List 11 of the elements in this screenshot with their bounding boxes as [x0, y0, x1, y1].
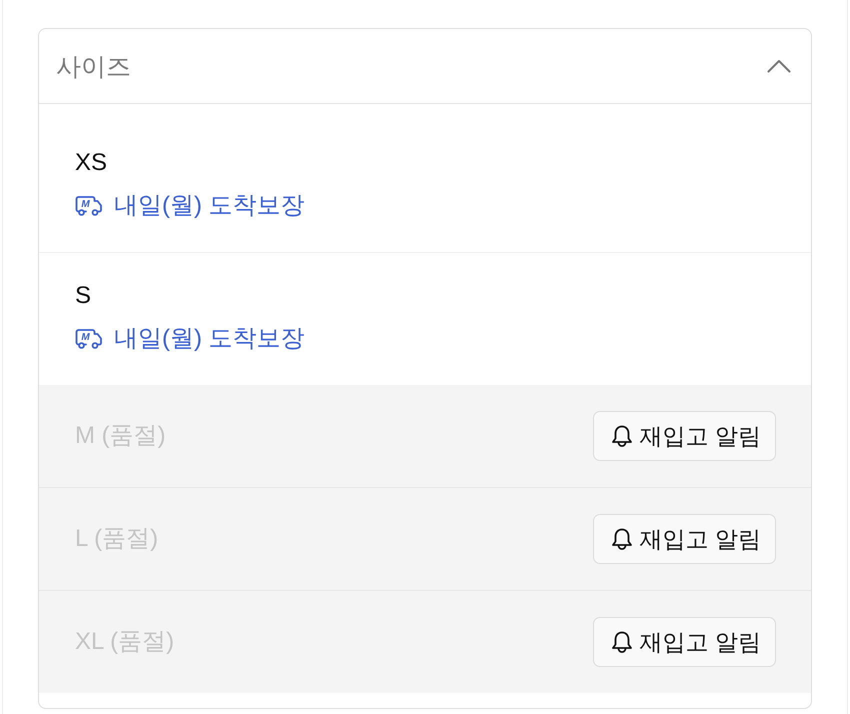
bell-icon — [610, 424, 633, 448]
size-label: S — [75, 281, 92, 311]
size-label: XS — [75, 148, 108, 178]
bell-icon — [610, 526, 633, 552]
delivery-text: 내일(월) 도착보장 — [114, 324, 305, 354]
delivery-text: 내일(월) 도착보장 — [114, 191, 305, 221]
restock-alert-button[interactable]: 재입고 알림 — [592, 617, 776, 667]
dropdown-header[interactable]: 사이즈 — [39, 29, 811, 104]
bell-icon — [610, 630, 633, 654]
restock-alert-button[interactable]: 재입고 알림 — [592, 514, 776, 564]
restock-alert-button[interactable]: 재입고 알림 — [592, 411, 776, 461]
